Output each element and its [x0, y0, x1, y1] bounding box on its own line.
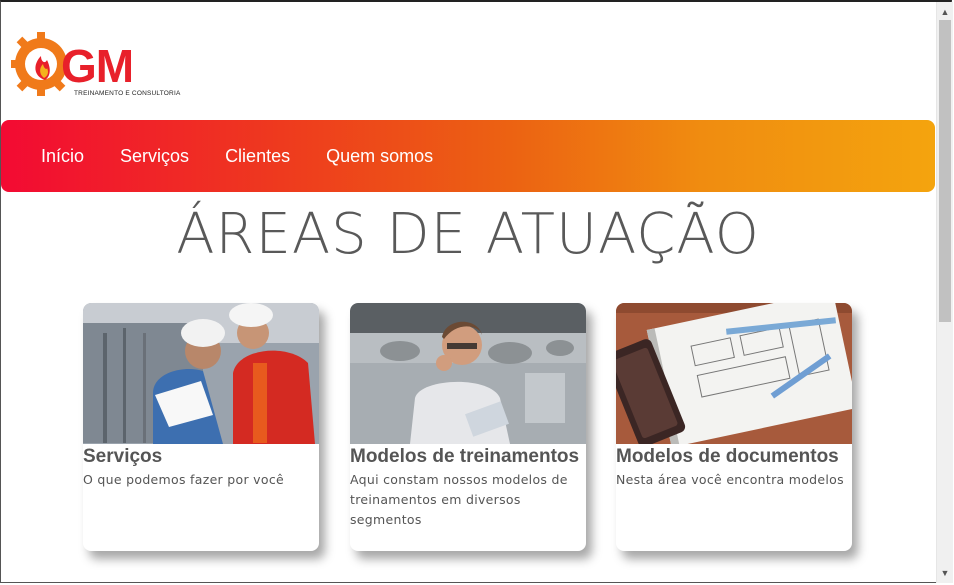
card-image-workers	[83, 303, 319, 444]
brand-logo[interactable]: GM TREINAMENTO E CONSULTORIA	[11, 24, 180, 104]
card-modelos-documentos[interactable]: Modelos de documentos Nesta área você en…	[616, 303, 852, 551]
card-title: Serviços	[83, 446, 163, 467]
card-servicos[interactable]: Serviços O que podemos fazer por você	[83, 303, 319, 551]
card-title: Modelos de treinamentos	[350, 446, 580, 467]
nav-item-clientes[interactable]: Clientes	[225, 146, 290, 167]
scroll-up-arrow-icon[interactable]: ▲	[937, 4, 953, 20]
svg-text:GM: GM	[61, 40, 133, 92]
scroll-thumb[interactable]	[939, 20, 951, 322]
card-description: Aqui constam nossos modelos de treinamen…	[350, 472, 568, 527]
card-title: Modelos de documentos	[616, 446, 839, 467]
scroll-down-arrow-icon[interactable]: ▼	[937, 565, 953, 581]
card-image-businessman	[350, 303, 586, 444]
main-navbar: Início Serviços Clientes Quem somos	[1, 120, 935, 192]
page-content: GM TREINAMENTO E CONSULTORIA Início Serv…	[1, 2, 935, 583]
card-description: Nesta área você encontra modelos	[616, 472, 844, 487]
vertical-scrollbar[interactable]: ▲ ▼	[936, 2, 953, 583]
page-title: ÁREAS DE ATUAÇÃO	[176, 202, 760, 267]
logo-subtitle: TREINAMENTO E CONSULTORIA	[74, 90, 181, 97]
nav-item-inicio[interactable]: Início	[41, 146, 84, 167]
card-description: O que podemos fazer por você	[83, 472, 284, 487]
card-image-notebook	[616, 303, 852, 444]
nav-item-servicos[interactable]: Serviços	[120, 146, 189, 167]
card-modelos-treinamentos[interactable]: Modelos de treinamentos Aqui constam nos…	[350, 303, 586, 551]
nav-item-quem-somos[interactable]: Quem somos	[326, 146, 433, 167]
